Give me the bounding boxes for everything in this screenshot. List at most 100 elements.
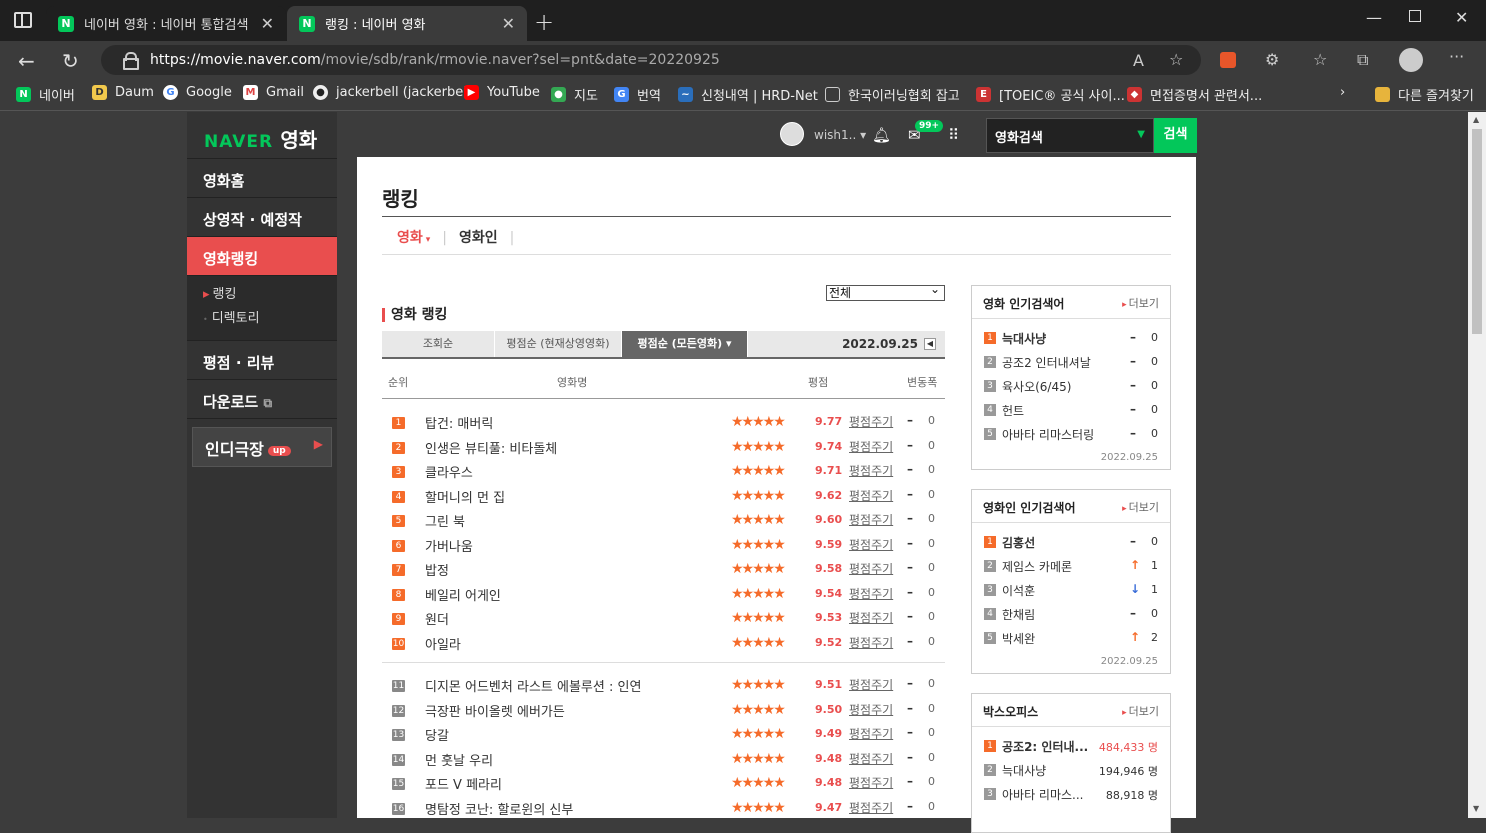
item-name[interactable]: 육사오(6/45) [1002, 378, 1071, 395]
tab-actions-icon[interactable] [14, 12, 32, 28]
search-button[interactable]: 검색 [1154, 118, 1197, 153]
movie-title-link[interactable]: 원더 [425, 609, 449, 628]
ranking-list-item[interactable]: 1 공조2: 인터내... 484,433 명 [972, 736, 1170, 760]
rate-link[interactable]: 평점주기 [849, 536, 893, 553]
rate-link[interactable]: 평점주기 [849, 750, 893, 767]
rate-link[interactable]: 평점주기 [849, 511, 893, 528]
add-favorite-icon[interactable]: ☆ [1169, 50, 1183, 69]
ranking-list-item[interactable]: 4 헌트 – 0 [972, 400, 1170, 424]
nav-movie-home[interactable]: 영화홈 [187, 159, 337, 198]
bookmark-daum[interactable]: D Daum [92, 85, 154, 100]
scrollbar-thumb[interactable] [1472, 129, 1482, 334]
movie-title-link[interactable]: 당갈 [425, 725, 449, 744]
page-scrollbar[interactable]: ▲ ▼ [1468, 112, 1486, 818]
minimize-icon[interactable]: — [1366, 8, 1382, 27]
rate-link[interactable]: 평점주기 [849, 560, 893, 577]
bookmark-toeic[interactable]: E [TOEIC® 공식 사이... [976, 85, 1125, 104]
ranking-list-item[interactable]: 2 늑대사냥 194,946 명 [972, 760, 1170, 784]
close-window-icon[interactable]: ✕ [1455, 8, 1468, 27]
profile-avatar[interactable] [1399, 48, 1423, 72]
ranking-list-item[interactable]: 3 이석훈 ↓ 1 [972, 580, 1170, 604]
item-name[interactable]: 이석훈 [1002, 582, 1035, 599]
ranking-list-item[interactable]: 1 늑대사냥 – 0 [972, 328, 1170, 352]
rate-link[interactable]: 평점주기 [849, 725, 893, 742]
movie-title-link[interactable]: 베일리 어게인 [425, 585, 501, 604]
scroll-down-icon[interactable]: ▼ [1473, 804, 1479, 813]
apps-grid-icon[interactable]: ⠿ [948, 126, 959, 144]
subtab-movie[interactable]: 영화 [397, 230, 430, 246]
browser-tab-1[interactable]: N 네이버 영화 : 네이버 통합검색 ✕ [46, 6, 286, 41]
item-name[interactable]: 공조2 인터내셔날 [1002, 354, 1091, 371]
other-favorites[interactable]: 다른 즐겨찾기 [1375, 85, 1474, 104]
item-name[interactable]: 김홍선 [1002, 534, 1035, 551]
movie-title-link[interactable]: 밥정 [425, 560, 449, 579]
subtab-people[interactable]: 영화인 [459, 230, 498, 246]
scroll-up-icon[interactable]: ▲ [1473, 115, 1479, 124]
bookmark-map[interactable]: ● 지도 [551, 85, 598, 104]
dropdown-caret-icon[interactable]: ▼ [1137, 129, 1145, 140]
bookmark-hrdnet[interactable]: ~ 신청내역 | HRD-Net [678, 85, 818, 104]
browser-tab-2[interactable]: N 랭킹 : 네이버 영화 ✕ [287, 6, 527, 41]
item-name[interactable]: 늑대사냥 [1002, 330, 1046, 347]
item-name[interactable]: 공조2: 인터내... [1002, 738, 1088, 755]
nav-sub-directory[interactable]: 디렉토리 [203, 308, 337, 332]
item-name[interactable]: 늑대사냥 [1002, 762, 1046, 779]
more-link[interactable]: 더보기 [1122, 295, 1159, 311]
bookmark-interview[interactable]: ◆ 면접증명서 관련서... [1127, 85, 1262, 104]
item-name[interactable]: 아바타 리마스터링 [1002, 426, 1094, 443]
item-name[interactable]: 헌트 [1002, 402, 1024, 419]
more-link[interactable]: 더보기 [1122, 703, 1159, 719]
more-link[interactable]: 더보기 [1122, 499, 1159, 515]
rate-link[interactable]: 평점주기 [849, 701, 893, 718]
bookmark-translate[interactable]: G 번역 [614, 85, 661, 104]
bookmarks-overflow-icon[interactable]: › [1340, 85, 1345, 100]
user-name[interactable]: wish1.. ▾ [814, 128, 866, 142]
rate-link[interactable]: 평점주기 [849, 585, 893, 602]
read-aloud-icon[interactable]: A [1133, 51, 1144, 70]
more-menu-icon[interactable]: ··· [1449, 47, 1464, 66]
back-icon[interactable]: ← [18, 49, 35, 73]
ranking-list-item[interactable]: 3 아바타 리마스... 88,918 명 [972, 784, 1170, 808]
address-bar[interactable]: https://movie.naver.com/movie/sdb/rank/r… [101, 45, 1201, 75]
genre-select[interactable]: 전체 [826, 282, 945, 301]
close-tab-icon[interactable]: ✕ [261, 14, 274, 33]
item-name[interactable]: 한채림 [1002, 606, 1035, 623]
prev-date-icon[interactable]: ◀ [924, 338, 936, 350]
ranking-list-item[interactable]: 4 한채림 – 0 [972, 604, 1170, 628]
collections-icon[interactable]: ⧉ [1357, 50, 1368, 70]
favorites-icon[interactable]: ☆ [1313, 50, 1327, 69]
movie-title-link[interactable]: 할머니의 먼 집 [425, 487, 505, 506]
rate-link[interactable]: 평점주기 [849, 676, 893, 693]
item-name[interactable]: 박세완 [1002, 630, 1035, 647]
naver-movie-logo[interactable]: NAVER 영화 [187, 112, 337, 159]
maximize-icon[interactable] [1409, 10, 1421, 22]
bookmark-gmail[interactable]: M Gmail [243, 85, 304, 100]
ranking-list-item[interactable]: 2 공조2 인터내셔날 – 0 [972, 352, 1170, 376]
search-input[interactable]: 영화검색 ▼ [986, 118, 1154, 153]
movie-title-link[interactable]: 먼 훗날 우리 [425, 750, 493, 769]
movie-title-link[interactable]: 탑건: 매버릭 [425, 413, 493, 432]
user-avatar[interactable] [780, 122, 804, 146]
movie-title-link[interactable]: 아일라 [425, 634, 461, 653]
rate-link[interactable]: 평점주기 [849, 438, 893, 455]
movie-title-link[interactable]: 포드 V 페라리 [425, 774, 502, 793]
movie-title-link[interactable]: 그린 북 [425, 511, 465, 530]
bookmark-youtube[interactable]: ▶ YouTube [464, 85, 540, 100]
nav-reviews[interactable]: 평점 · 리뷰 [187, 341, 337, 380]
close-tab-icon[interactable]: ✕ [502, 14, 515, 33]
ranking-list-item[interactable]: 3 육사오(6/45) – 0 [972, 376, 1170, 400]
bookmark-github[interactable]: ● jackerbell (jackerbell) [313, 85, 476, 100]
extension-icon[interactable] [1220, 52, 1236, 68]
ranking-list-item[interactable]: 1 김홍선 – 0 [972, 532, 1170, 556]
ranking-list-item[interactable]: 5 아바타 리마스터링 – 0 [972, 424, 1170, 448]
nav-now-showing[interactable]: 상영작 · 예정작 [187, 198, 337, 237]
indie-theater-banner[interactable]: 인디극장 up ▶ [192, 427, 332, 467]
rate-link[interactable]: 평점주기 [849, 609, 893, 626]
movie-title-link[interactable]: 극장판 바이올렛 에버가든 [425, 701, 565, 720]
movie-title-link[interactable]: 명탐정 코난: 할로윈의 신부 [425, 799, 573, 818]
item-name[interactable]: 제임스 카메론 [1002, 558, 1072, 575]
rate-link[interactable]: 평점주기 [849, 799, 893, 816]
sort-tab-score-current[interactable]: 평점순 (현재상영영화) [495, 331, 622, 357]
bookmark-google[interactable]: G Google [163, 85, 232, 100]
movie-title-link[interactable]: 디지몬 어드벤처 라스트 에볼루션 : 인연 [425, 676, 641, 695]
